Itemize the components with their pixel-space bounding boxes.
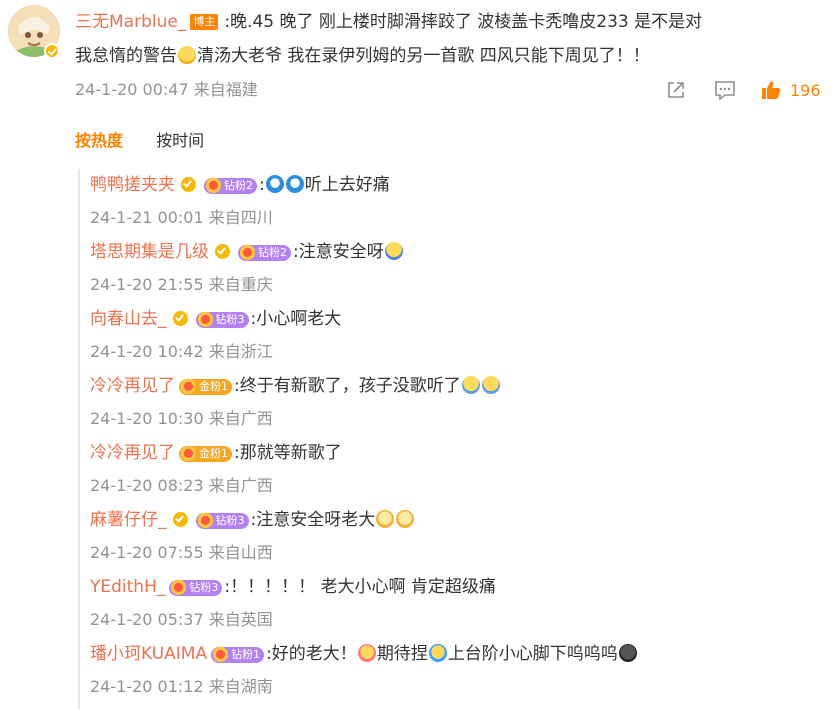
hug-emoji-icon (384, 242, 403, 260)
reply-username[interactable]: 向春山去_ (90, 309, 167, 329)
list-item: 冷冷再见了 金粉1:终于有新歌了，孩子没歌听了 24-1-20 10:30 来自广… (90, 373, 501, 431)
reply-list: 鸭鸭搓夹夹 钻粉2: 听上去好痛 24-1-21 00:01 来自四川 塔思期集是几… (78, 169, 840, 709)
reply-text: : (259, 175, 265, 195)
scream-emoji-icon (178, 46, 196, 64)
list-item: 璠小珂KUAIMA 钻粉1:好的老大！ 期待捏 上台阶小心脚下呜呜呜 24-1-20 … (90, 641, 638, 699)
reply-text: :！！！！！ 老大小心啊 肯定超级痛 (224, 577, 496, 597)
fan-badge: 钻粉2 (204, 176, 257, 194)
reply-text: :小心啊老大 (250, 309, 342, 329)
list-item: 鸭鸭搓夹夹 钻粉2: 听上去好痛 24-1-21 00:01 来自四川 (90, 172, 390, 230)
reply-line: 鸭鸭搓夹夹 钻粉2: 听上去好痛 (90, 172, 390, 198)
reply-text: :注意安全呀 (293, 242, 384, 262)
list-item: 冷冷再见了 金粉1:那就等新歌了 24-1-20 08:23 来自广西 (90, 440, 342, 498)
verified-icon (172, 311, 188, 326)
reply-meta: 24-1-20 08:23 来自广西 (90, 476, 273, 495)
reply-line: 向春山去_ 钻粉3:小心啊老大 (90, 306, 341, 332)
reply-text: :注意安全呀老大 (250, 510, 376, 530)
reply-text: :那就等新歌了 (234, 443, 342, 463)
host-badge: 博主 (190, 14, 219, 30)
doraemon-emoji-icon (265, 175, 284, 193)
reply-line: 璠小珂KUAIMA 钻粉1:好的老大！ 期待捏 上台阶小心脚下呜呜呜 (90, 641, 638, 667)
tab-by-popularity[interactable]: 按热度 (75, 129, 123, 153)
main-comment-line1: 三无Marblue_ 博主 :晚.45 晚了 刚上楼时脚滑摔跤了 波棱盖卡秃噜皮23… (75, 9, 702, 35)
list-item: YEdithH_ 钻粉3:！！！！！ 老大小心啊 肯定超级痛 24-1-20 05… (90, 574, 496, 632)
verified-icon (181, 177, 196, 192)
fan-badge: 金粉1 (179, 444, 232, 462)
reply-username[interactable]: YEdithH_ (90, 577, 165, 597)
reply-meta: 24-1-20 05:37 来自英国 (90, 610, 273, 629)
like-count: 196 (790, 80, 821, 100)
crying-emoji-icon (481, 376, 500, 394)
reply-meta: 24-1-20 01:12 来自湖南 (90, 677, 273, 696)
main-comment-text: :晚.45 晚了 刚上楼时脚滑摔跤了 波棱盖卡秃噜皮233 是不是对 (224, 12, 703, 32)
reply-line: 冷冷再见了 金粉1:终于有新歌了，孩子没歌听了 (90, 373, 501, 399)
list-item: 麻薯仔仔_ 钻粉3:注意安全呀老大 24-1-20 07:55 来自山西 (90, 507, 415, 565)
reply-line: 塔思期集是几级 钻粉2:注意安全呀 (90, 239, 404, 265)
main-comment-text-2b: 清汤大老爷 我在录伊列姆的另一首歌 四风只能下周见了！！ (197, 46, 650, 66)
main-comment-line2: 我怠惰的警告 清汤大老爷 我在录伊列姆的另一首歌 四风只能下周见了！！ (75, 43, 650, 69)
fan-badge: 钻粉1 (211, 645, 265, 663)
crying-emoji-icon (461, 376, 480, 394)
sad-dark-emoji-icon (618, 644, 637, 662)
like-button[interactable]: 196 (760, 78, 821, 102)
reply-username[interactable]: 鸭鸭搓夹夹 (90, 175, 175, 195)
fan-badge: 金粉1 (179, 377, 232, 395)
fan-badge: 钻粉3 (195, 310, 249, 328)
tab-by-time[interactable]: 按时间 (156, 129, 204, 153)
doraemon-emoji-icon (285, 175, 304, 193)
reply-username[interactable]: 冷冷再见了 (90, 376, 175, 396)
comment-icon (715, 81, 735, 101)
fan-badge: 钻粉2 (238, 243, 291, 261)
share-icon (668, 82, 684, 98)
verified-badge-icon (44, 43, 60, 59)
thumbs-up-icon (762, 81, 781, 99)
reply-username[interactable]: 塔思期集是几级 (90, 242, 209, 262)
reply-meta: 24-1-20 21:55 来自重庆 (90, 275, 273, 294)
reply-username[interactable]: 冷冷再见了 (90, 443, 175, 463)
reply-meta: 24-1-20 10:42 来自浙江 (90, 342, 273, 361)
main-comment-text-2a: 我怠惰的警告 (75, 46, 177, 66)
comment-panel: 三无Marblue_ 博主 :晚.45 晚了 刚上楼时脚滑摔跤了 波棱盖卡秃噜皮23… (0, 0, 840, 709)
sort-tabs: 按热度 按时间 (75, 129, 232, 153)
tears-emoji-icon (428, 644, 447, 662)
pleading-emoji-icon (396, 510, 415, 528)
fan-badge: 钻粉3 (195, 511, 249, 529)
reply-meta: 24-1-20 07:55 来自山西 (90, 543, 273, 562)
reply-line: 冷冷再见了 金粉1:那就等新歌了 (90, 440, 342, 466)
reply-line: 麻薯仔仔_ 钻粉3:注意安全呀老大 (90, 507, 415, 533)
kiss-emoji-icon (357, 644, 376, 662)
pleading-emoji-icon (376, 510, 395, 528)
reply-username[interactable]: 麻薯仔仔_ (90, 510, 167, 530)
verified-icon (172, 512, 188, 527)
reply-username[interactable]: 璠小珂KUAIMA (90, 644, 207, 664)
main-comment-username[interactable]: 三无Marblue_ (75, 12, 186, 32)
reply-meta: 24-1-20 10:30 来自广西 (90, 409, 273, 428)
verified-icon (215, 244, 230, 259)
list-item: 向春山去_ 钻粉3:小心啊老大 24-1-20 10:42 来自浙江 (90, 306, 341, 364)
main-comment-meta: 24-1-20 00:47 来自福建 (75, 80, 258, 99)
reply-text: :好的老大！ (266, 644, 357, 664)
reply-line: YEdithH_ 钻粉3:！！！！！ 老大小心啊 肯定超级痛 (90, 574, 496, 600)
fan-badge: 钻粉3 (169, 578, 223, 596)
share-button[interactable] (665, 78, 687, 102)
reply-text-2: 听上去好痛 (304, 175, 390, 195)
comment-button[interactable] (713, 78, 737, 102)
reply-text-2: 期待捏 (376, 644, 428, 664)
reply-text: :终于有新歌了，孩子没歌听了 (234, 376, 461, 396)
reply-meta: 24-1-21 00:01 来自四川 (90, 208, 273, 227)
list-item: 塔思期集是几级 钻粉2:注意安全呀 24-1-20 21:55 来自重庆 (90, 239, 404, 297)
reply-text-3: 上台阶小心脚下呜呜呜 (447, 644, 618, 664)
